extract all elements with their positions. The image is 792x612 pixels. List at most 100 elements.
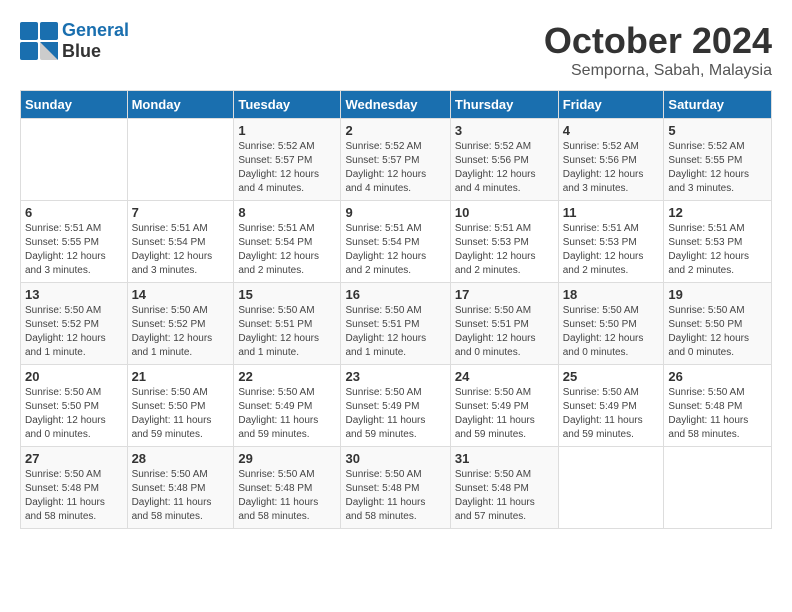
day-content: Sunrise: 5:50 AM Sunset: 5:51 PM Dayligh… (345, 304, 445, 360)
calendar-cell: 27 Sunrise: 5:50 AM Sunset: 5:48 PM Dayli… (21, 447, 128, 529)
weekday-header-thursday: Thursday (450, 91, 558, 119)
day-number: 29 (238, 451, 336, 466)
day-number: 11 (563, 205, 660, 220)
week-row-1: 1 Sunrise: 5:52 AM Sunset: 5:57 PM Daylig… (21, 119, 772, 201)
weekday-header-tuesday: Tuesday (234, 91, 341, 119)
day-content: Sunrise: 5:50 AM Sunset: 5:48 PM Dayligh… (238, 468, 336, 524)
day-number: 28 (132, 451, 230, 466)
day-number: 7 (132, 205, 230, 220)
day-number: 8 (238, 205, 336, 220)
day-number: 25 (563, 369, 660, 384)
month-title: October 2024 (544, 20, 772, 62)
calendar-cell: 17Sunrise: 5:50 AM Sunset: 5:51 PM Dayli… (450, 283, 558, 365)
day-number: 19 (668, 287, 767, 302)
week-row-4: 20 Sunrise: 5:50 AM Sunset: 5:50 PM Dayli… (21, 365, 772, 447)
day-number: 4 (563, 123, 660, 138)
day-content: Sunrise: 5:50 AM Sunset: 5:50 PM Dayligh… (25, 386, 123, 442)
day-content: Sunrise: 5:50 AM Sunset: 5:48 PM Dayligh… (25, 468, 123, 524)
week-row-2: 6Sunrise: 5:51 AM Sunset: 5:55 PM Daylig… (21, 201, 772, 283)
day-content: Sunrise: 5:51 AM Sunset: 5:53 PM Dayligh… (455, 222, 554, 278)
weekday-header-saturday: Saturday (664, 91, 772, 119)
day-content: Sunrise: 5:52 AM Sunset: 5:56 PM Dayligh… (455, 140, 554, 196)
day-number: 24 (455, 369, 554, 384)
day-number: 31 (455, 451, 554, 466)
day-content: Sunrise: 5:52 AM Sunset: 5:56 PM Dayligh… (563, 140, 660, 196)
day-number: 10 (455, 205, 554, 220)
calendar-cell: 31 Sunrise: 5:50 AM Sunset: 5:48 PM Dayli… (450, 447, 558, 529)
day-number: 20 (25, 369, 123, 384)
logo: General Blue (20, 20, 129, 62)
page-header: General Blue October 2024 Semporna, Saba… (20, 20, 772, 80)
day-number: 12 (668, 205, 767, 220)
logo-icon (20, 22, 58, 60)
calendar-cell: 14 Sunrise: 5:50 AM Sunset: 5:52 PM Dayli… (127, 283, 234, 365)
weekday-header-monday: Monday (127, 91, 234, 119)
day-content: Sunrise: 5:50 AM Sunset: 5:52 PM Dayligh… (132, 304, 230, 360)
calendar-cell (558, 447, 664, 529)
day-content: Sunrise: 5:50 AM Sunset: 5:48 PM Dayligh… (345, 468, 445, 524)
calendar-cell: 24 Sunrise: 5:50 AM Sunset: 5:49 PM Dayli… (450, 365, 558, 447)
day-number: 22 (238, 369, 336, 384)
calendar-cell: 22Sunrise: 5:50 AM Sunset: 5:49 PM Dayli… (234, 365, 341, 447)
weekday-header-wednesday: Wednesday (341, 91, 450, 119)
day-content: Sunrise: 5:50 AM Sunset: 5:52 PM Dayligh… (25, 304, 123, 360)
weekday-header-friday: Friday (558, 91, 664, 119)
calendar-cell (127, 119, 234, 201)
day-number: 27 (25, 451, 123, 466)
calendar-cell: 21 Sunrise: 5:50 AM Sunset: 5:50 PM Dayli… (127, 365, 234, 447)
day-content: Sunrise: 5:50 AM Sunset: 5:50 PM Dayligh… (668, 304, 767, 360)
calendar-cell: 30 Sunrise: 5:50 AM Sunset: 5:48 PM Dayli… (341, 447, 450, 529)
calendar-cell: 12 Sunrise: 5:51 AM Sunset: 5:53 PM Dayli… (664, 201, 772, 283)
day-content: Sunrise: 5:51 AM Sunset: 5:55 PM Dayligh… (25, 222, 123, 278)
day-content: Sunrise: 5:50 AM Sunset: 5:50 PM Dayligh… (132, 386, 230, 442)
calendar-cell: 5 Sunrise: 5:52 AM Sunset: 5:55 PM Daylig… (664, 119, 772, 201)
calendar-cell: 9 Sunrise: 5:51 AM Sunset: 5:54 PM Daylig… (341, 201, 450, 283)
calendar-cell: 16Sunrise: 5:50 AM Sunset: 5:51 PM Dayli… (341, 283, 450, 365)
calendar-cell: 20 Sunrise: 5:50 AM Sunset: 5:50 PM Dayli… (21, 365, 128, 447)
calendar-cell: 28 Sunrise: 5:50 AM Sunset: 5:48 PM Dayli… (127, 447, 234, 529)
day-content: Sunrise: 5:51 AM Sunset: 5:54 PM Dayligh… (345, 222, 445, 278)
calendar-cell: 6Sunrise: 5:51 AM Sunset: 5:55 PM Daylig… (21, 201, 128, 283)
day-content: Sunrise: 5:52 AM Sunset: 5:55 PM Dayligh… (668, 140, 767, 196)
calendar-cell: 7Sunrise: 5:51 AM Sunset: 5:54 PM Daylig… (127, 201, 234, 283)
day-number: 1 (238, 123, 336, 138)
day-content: Sunrise: 5:50 AM Sunset: 5:49 PM Dayligh… (563, 386, 660, 442)
day-number: 5 (668, 123, 767, 138)
day-content: Sunrise: 5:50 AM Sunset: 5:49 PM Dayligh… (455, 386, 554, 442)
day-number: 9 (345, 205, 445, 220)
day-content: Sunrise: 5:50 AM Sunset: 5:48 PM Dayligh… (455, 468, 554, 524)
calendar-cell: 2Sunrise: 5:52 AM Sunset: 5:57 PM Daylig… (341, 119, 450, 201)
day-number: 21 (132, 369, 230, 384)
calendar-cell: 23Sunrise: 5:50 AM Sunset: 5:49 PM Dayli… (341, 365, 450, 447)
calendar-cell: 15 Sunrise: 5:50 AM Sunset: 5:51 PM Dayli… (234, 283, 341, 365)
logo-line2: Blue (62, 41, 129, 62)
calendar-cell: 11Sunrise: 5:51 AM Sunset: 5:53 PM Dayli… (558, 201, 664, 283)
day-content: Sunrise: 5:51 AM Sunset: 5:53 PM Dayligh… (668, 222, 767, 278)
calendar-cell: 19 Sunrise: 5:50 AM Sunset: 5:50 PM Dayli… (664, 283, 772, 365)
calendar-cell (21, 119, 128, 201)
calendar-cell: 4 Sunrise: 5:52 AM Sunset: 5:56 PM Daylig… (558, 119, 664, 201)
day-number: 18 (563, 287, 660, 302)
location: Semporna, Sabah, Malaysia (544, 62, 772, 80)
day-number: 15 (238, 287, 336, 302)
day-number: 13 (25, 287, 123, 302)
day-content: Sunrise: 5:50 AM Sunset: 5:51 PM Dayligh… (238, 304, 336, 360)
day-number: 3 (455, 123, 554, 138)
weekday-header-sunday: Sunday (21, 91, 128, 119)
day-content: Sunrise: 5:52 AM Sunset: 5:57 PM Dayligh… (238, 140, 336, 196)
calendar-cell: 1 Sunrise: 5:52 AM Sunset: 5:57 PM Daylig… (234, 119, 341, 201)
calendar-cell: 3 Sunrise: 5:52 AM Sunset: 5:56 PM Daylig… (450, 119, 558, 201)
title-block: October 2024 Semporna, Sabah, Malaysia (544, 20, 772, 80)
day-number: 30 (345, 451, 445, 466)
day-number: 14 (132, 287, 230, 302)
calendar-cell: 29 Sunrise: 5:50 AM Sunset: 5:48 PM Dayli… (234, 447, 341, 529)
day-content: Sunrise: 5:50 AM Sunset: 5:49 PM Dayligh… (345, 386, 445, 442)
calendar-cell: 8Sunrise: 5:51 AM Sunset: 5:54 PM Daylig… (234, 201, 341, 283)
day-content: Sunrise: 5:52 AM Sunset: 5:57 PM Dayligh… (345, 140, 445, 196)
day-content: Sunrise: 5:50 AM Sunset: 5:51 PM Dayligh… (455, 304, 554, 360)
weekday-header-row: SundayMondayTuesdayWednesdayThursdayFrid… (21, 91, 772, 119)
week-row-3: 13 Sunrise: 5:50 AM Sunset: 5:52 PM Dayli… (21, 283, 772, 365)
day-content: Sunrise: 5:50 AM Sunset: 5:48 PM Dayligh… (668, 386, 767, 442)
day-content: Sunrise: 5:50 AM Sunset: 5:48 PM Dayligh… (132, 468, 230, 524)
logo-line1: General (62, 20, 129, 41)
